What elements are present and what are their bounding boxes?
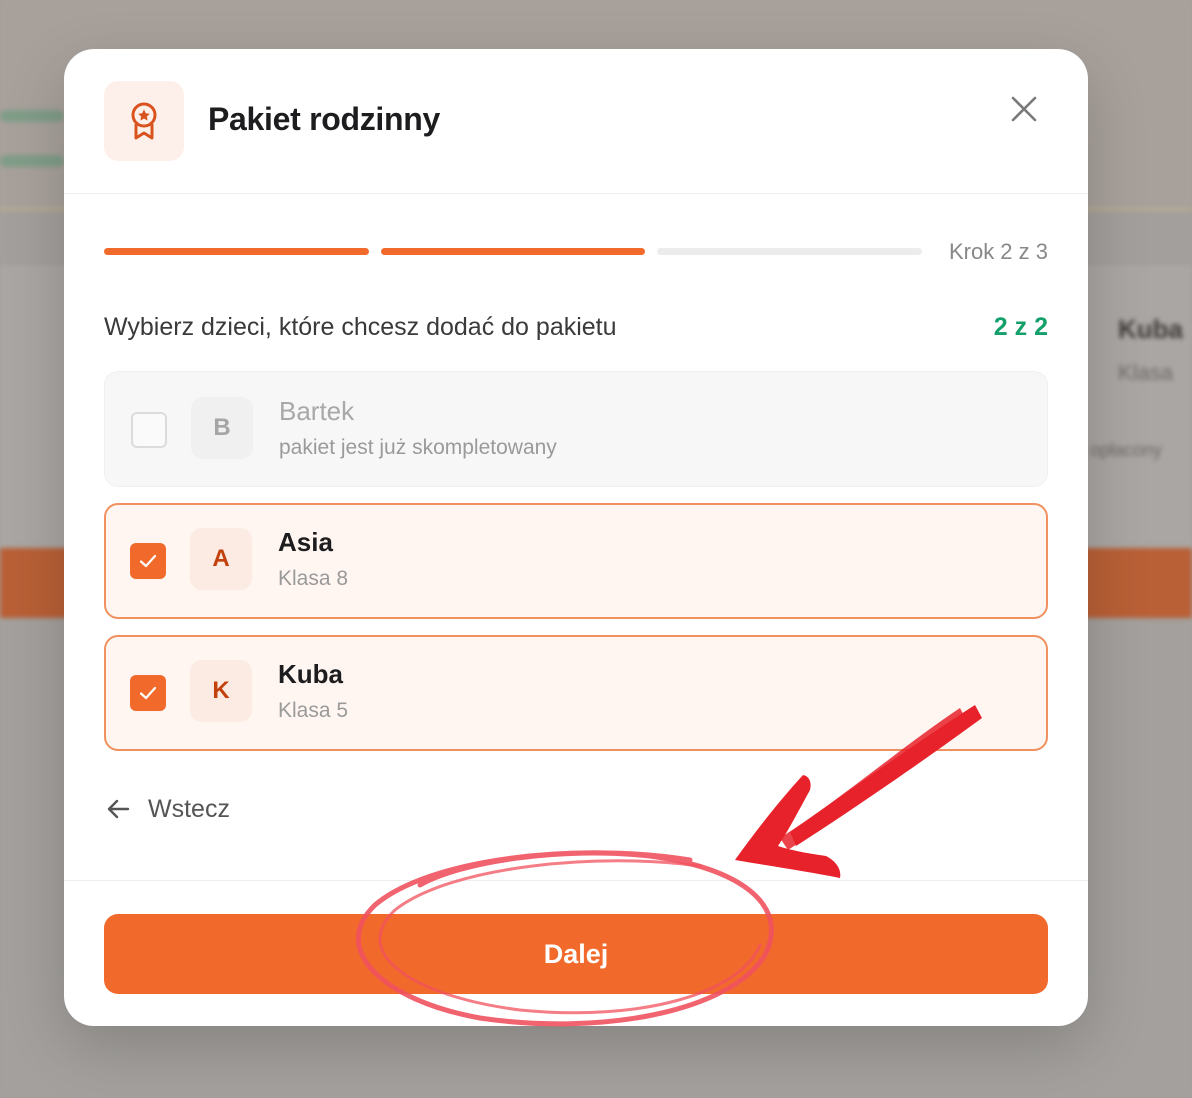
back-button-label: Wstecz (148, 794, 230, 823)
child-option-kuba[interactable]: K Kuba Klasa 5 (104, 635, 1048, 751)
child-option-bartek: B Bartek pakiet jest już skompletowany (104, 371, 1048, 487)
child-name: Kuba (278, 659, 343, 689)
award-badge-icon (104, 81, 184, 161)
child-option-asia[interactable]: A Asia Klasa 8 (104, 503, 1048, 619)
family-package-modal: Pakiet rodzinny Krok 2 z 3 Wybierz dziec… (64, 49, 1088, 1026)
background-child-name: Kuba (1118, 314, 1183, 344)
child-name: Bartek (279, 396, 355, 426)
footer-divider (64, 880, 1088, 881)
avatar: B (191, 397, 253, 459)
child-name: Asia (278, 527, 333, 557)
background-status-tag: opłacony (1090, 440, 1163, 460)
progress-segment-2 (381, 248, 645, 255)
back-button[interactable]: Wstecz (104, 791, 230, 827)
child-checkbox[interactable] (130, 543, 166, 579)
background-child-class: Klasa (1118, 360, 1174, 385)
progress-segment-3 (657, 248, 922, 255)
child-checkbox[interactable] (130, 675, 166, 711)
background-link (0, 110, 64, 122)
modal-header: Pakiet rodzinny (64, 49, 1088, 194)
progress-segment-1 (104, 248, 369, 255)
arrow-left-icon (107, 799, 130, 819)
avatar: K (190, 660, 252, 722)
checkmark-icon (139, 554, 157, 568)
close-icon[interactable] (1002, 87, 1046, 131)
background-link (0, 155, 64, 167)
step-progress-bar (104, 245, 1048, 259)
modal-title: Pakiet rodzinny (208, 101, 441, 137)
selected-count: 2 z 2 (993, 313, 1048, 341)
instruction-text: Wybierz dzieci, które chcesz dodać do pa… (104, 313, 617, 341)
child-status: pakiet jest już skompletowany (279, 436, 557, 459)
checkmark-icon (139, 686, 157, 700)
child-class: Klasa 5 (278, 699, 349, 722)
next-button[interactable]: Dalej (104, 914, 1048, 994)
child-class: Klasa 8 (278, 567, 349, 590)
child-checkbox (131, 412, 167, 448)
avatar: A (190, 528, 252, 590)
step-indicator: Krok 2 z 3 (948, 239, 1048, 264)
